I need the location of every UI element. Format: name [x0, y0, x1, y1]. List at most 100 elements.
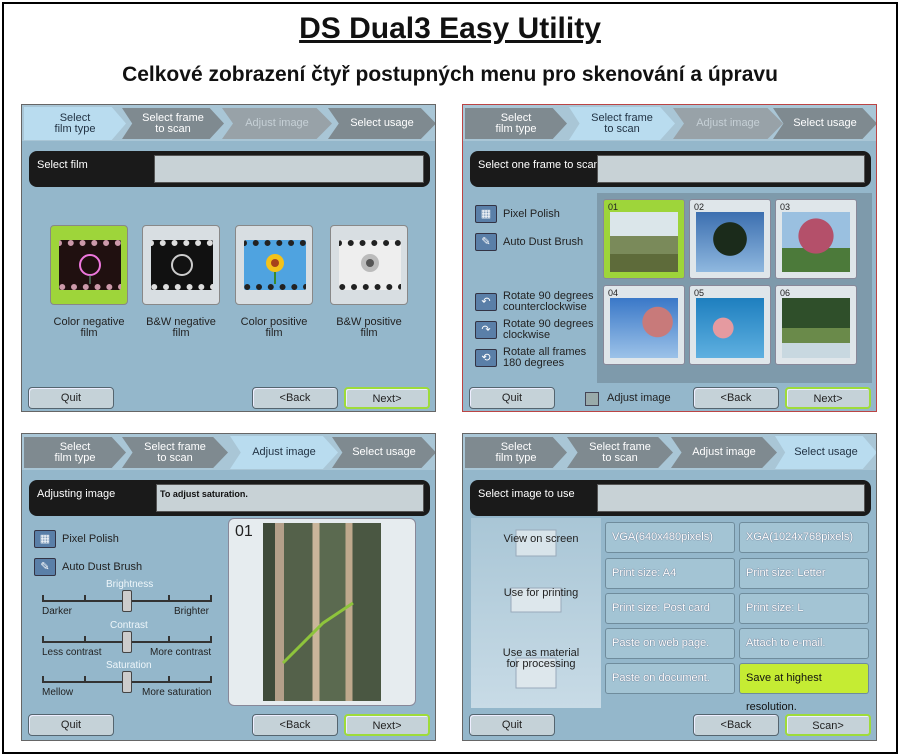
rotate-180-icon: ⟲	[475, 349, 497, 367]
film-positive-icon	[244, 240, 306, 290]
film-card-bw-negative[interactable]	[142, 225, 220, 305]
tab-select-frame[interactable]: Select frame to scan	[567, 437, 673, 468]
tab-select-film-type[interactable]: Select film type	[24, 437, 126, 468]
contrast-knob[interactable]	[122, 631, 132, 653]
film-caption-bw-positive: B&W positive film	[336, 316, 402, 339]
option-attach-email[interactable]: Attach to e-mail.	[739, 628, 869, 659]
slider-tick	[210, 676, 212, 682]
header-label: Adjusting image	[37, 488, 116, 500]
usage-category-column	[471, 518, 601, 708]
header-message-box	[154, 155, 424, 183]
rotate-cw-button[interactable]: ↷ Rotate 90 degrees clockwise	[475, 319, 594, 341]
frame-thumb-01[interactable]: 01	[603, 199, 685, 279]
use-as-material-label: Use as material for processing	[502, 647, 580, 670]
frame-number: 06	[780, 288, 791, 298]
film-card-bw-positive[interactable]	[330, 225, 408, 305]
back-button[interactable]: <Back	[252, 387, 338, 409]
brightness-knob[interactable]	[122, 590, 132, 612]
contrast-label: Contrast	[110, 620, 148, 631]
rotate-cw-label: Rotate 90 degrees clockwise	[503, 318, 594, 341]
tab-select-film-type[interactable]: Select film type	[24, 107, 126, 140]
option-print-postcard[interactable]: Print size: Post card	[605, 593, 735, 624]
tab-select-frame[interactable]: Select frame to scan	[122, 437, 228, 468]
next-button[interactable]: Next>	[344, 387, 430, 409]
adjust-image-checkbox[interactable]	[585, 392, 599, 406]
tab-select-usage[interactable]: Select usage	[775, 436, 876, 469]
option-xga[interactable]: XGA(1024x768pixels)	[739, 522, 869, 553]
header-message-box	[597, 484, 865, 512]
back-button[interactable]: <Back	[693, 714, 779, 736]
view-on-screen-label: View on screen	[503, 533, 579, 545]
quit-button[interactable]: Quit	[469, 714, 555, 736]
film-card-color-positive[interactable]	[235, 225, 313, 305]
next-button[interactable]: Next>	[344, 714, 430, 736]
tab-select-usage[interactable]: Select usage	[773, 108, 876, 139]
header-label: Select image to use	[478, 488, 575, 500]
header-bar: Adjusting image To adjust saturation.	[29, 480, 430, 516]
tab-select-frame[interactable]: Select frame to scan	[569, 107, 675, 140]
frame-thumb-04[interactable]: 04	[603, 285, 685, 365]
next-button[interactable]: Next>	[785, 387, 871, 409]
frame-number: 02	[694, 202, 705, 212]
mellow-label: Mellow	[42, 687, 74, 698]
option-print-a4[interactable]: Print size: A4	[605, 558, 735, 589]
frame-thumb-03[interactable]: 03	[775, 199, 857, 279]
quit-button[interactable]: Quit	[28, 387, 114, 409]
header-message-box: To adjust saturation.	[156, 484, 424, 512]
film-bw-negative-icon	[151, 240, 213, 290]
frame-number: 03	[780, 202, 791, 212]
preview-number: 01	[235, 523, 253, 540]
back-button[interactable]: <Back	[252, 714, 338, 736]
pixel-polish-label: Pixel Polish	[62, 533, 119, 545]
tab-adjust-image[interactable]: Adjust image	[222, 108, 332, 139]
option-save-highest-resolution[interactable]: Save at highest resolution.	[739, 663, 869, 713]
tab-select-film-type[interactable]: Select film type	[465, 437, 567, 468]
tab-select-frame[interactable]: Select frame to scan	[122, 108, 224, 139]
auto-dust-brush-toggle[interactable]: ✎ Auto Dust Brush	[475, 233, 583, 251]
quit-button[interactable]: Quit	[28, 714, 114, 736]
usage-illustrations	[510, 529, 562, 689]
auto-dust-brush-toggle[interactable]: ✎ Auto Dust Brush	[34, 558, 142, 576]
pixel-polish-icon: ▦	[34, 530, 56, 548]
scan-button[interactable]: Scan>	[785, 714, 871, 736]
rotate-180-button[interactable]: ⟲ Rotate all frames 180 degrees	[475, 347, 586, 369]
film-caption-color-negative: Color negative film	[53, 316, 125, 339]
less-contrast-label: Less contrast	[42, 647, 102, 658]
darker-label: Darker	[42, 606, 73, 617]
rotate-ccw-button[interactable]: ↶ Rotate 90 degrees counterclockwise	[475, 291, 594, 313]
option-paste-web[interactable]: Paste on web page.	[605, 628, 735, 659]
pixel-polish-toggle[interactable]: ▦ Pixel Polish	[475, 205, 560, 223]
quit-button[interactable]: Quit	[469, 387, 555, 409]
pixel-polish-toggle[interactable]: ▦ Pixel Polish	[34, 530, 119, 548]
tab-adjust-image[interactable]: Adjust image	[673, 108, 783, 139]
film-card-color-negative[interactable]	[50, 225, 128, 305]
header-bar: Select film	[29, 151, 430, 187]
option-paste-document[interactable]: Paste on document.	[605, 663, 735, 694]
frame-thumb-05[interactable]: 05	[689, 285, 771, 365]
tab-select-usage[interactable]: Select usage	[328, 108, 435, 139]
option-print-letter[interactable]: Print size: Letter	[739, 558, 869, 589]
frame-image	[696, 212, 764, 272]
tab-adjust-image[interactable]: Adjust image	[671, 437, 777, 468]
tab-select-usage[interactable]: Select usage	[332, 437, 435, 468]
rotate-180-label: Rotate all frames 180 degrees	[503, 346, 587, 369]
auto-dust-label: Auto Dust Brush	[503, 236, 584, 248]
use-for-printing-label: Use for printing	[503, 587, 579, 599]
preview-image	[263, 523, 381, 701]
preview-panel: 01	[228, 518, 416, 706]
frame-thumb-06[interactable]: 06	[775, 285, 857, 365]
option-print-l[interactable]: Print size: L	[739, 593, 869, 624]
slider-tick	[168, 676, 170, 682]
frame-thumb-02[interactable]: 02	[689, 199, 771, 279]
saturation-knob[interactable]	[122, 671, 132, 693]
rotate-ccw-icon: ↶	[475, 293, 497, 311]
header-message-box	[597, 155, 865, 183]
tab-select-film-type[interactable]: Select film type	[465, 108, 567, 139]
page-title: DS Dual3 Easy Utility	[299, 12, 601, 45]
back-button[interactable]: <Back	[693, 387, 779, 409]
option-vga[interactable]: VGA(640x480pixels)	[605, 522, 735, 553]
tab-adjust-image[interactable]: Adjust image	[230, 436, 338, 469]
film-caption-bw-negative: B&W negative film	[146, 316, 216, 339]
tab-bar: Select film type Select frame to scan Ad…	[22, 434, 435, 470]
header-label: Select film	[37, 159, 88, 171]
